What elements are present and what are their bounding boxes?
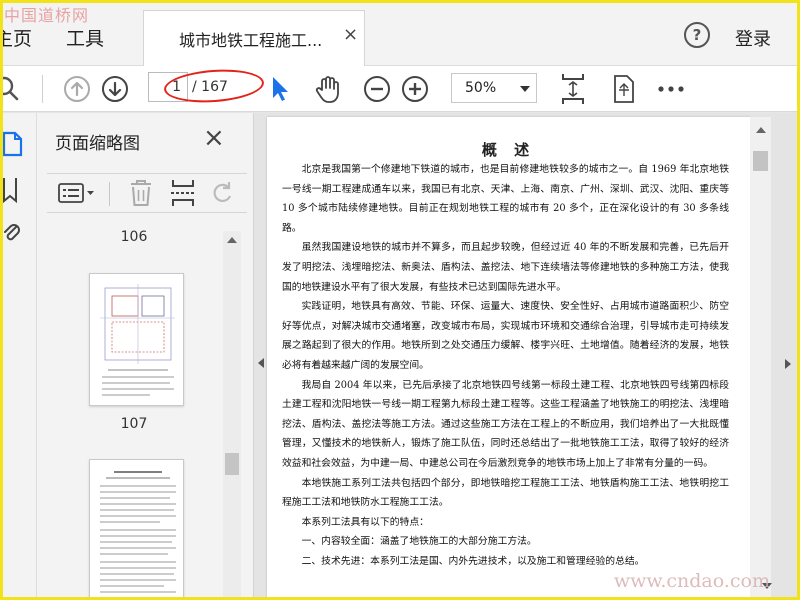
scrollbar-thumb[interactable] [753, 151, 768, 171]
page-thumbnails-panel: 页面缩略图 × 106 107 [37, 113, 254, 600]
left-icon-rail [0, 113, 37, 600]
page-thumbnail[interactable] [89, 459, 184, 600]
collapse-panel-icon[interactable] [258, 358, 264, 368]
previous-page-icon[interactable] [62, 73, 92, 105]
doc-body: 北京是我国第一个修建地下铁道的城市，也是目前修建地铁较多的城市之一。自 1969… [282, 160, 729, 571]
tab-title: 城市地铁工程施工... [179, 31, 323, 50]
thumbnail-options-icon[interactable] [57, 178, 97, 208]
scroll-up-icon[interactable] [756, 127, 766, 133]
zoom-level-select[interactable]: 50% [451, 73, 537, 103]
panel-toolbar [47, 173, 247, 213]
document-tab[interactable]: 城市地铁工程施工... × [143, 10, 365, 66]
document-page: 概 述 北京是我国第一个修建地下铁道的城市，也是目前修建地铁较多的城市之一。自 … [267, 117, 750, 600]
expand-right-panel-icon[interactable] [785, 359, 791, 369]
page-thumbnail[interactable] [89, 273, 184, 406]
toolbar-separator [42, 75, 43, 103]
doc-paragraph: 本系列工法具有以下的特点： [301, 516, 429, 528]
help-icon[interactable]: ? [684, 22, 710, 48]
select-cursor-icon[interactable] [266, 73, 294, 105]
search-icon[interactable] [0, 73, 24, 105]
menu-home[interactable]: 主页 [0, 24, 32, 51]
doc-paragraph: 虽然我国建设地铁的城市并不算多，而且起步较晚，但经过近 40 年的不断发展和完善… [282, 242, 729, 293]
page-total: / 167 [192, 79, 228, 95]
hand-tool-icon[interactable] [312, 73, 344, 105]
thumbnail-label: 106 [120, 229, 148, 245]
close-icon[interactable]: × [203, 125, 225, 151]
document-scrollbar[interactable] [750, 117, 771, 600]
scrollbar-thumb[interactable] [225, 453, 239, 475]
zoom-in-icon[interactable] [400, 73, 430, 105]
bookmark-icon[interactable] [2, 177, 18, 207]
watermark-bottom: www.cndao.com [613, 570, 770, 592]
doc-paragraph: 我局自 2004 年以来，已先后承接了北京地铁四号线第一标段土建工程、北京地铁四… [282, 379, 729, 469]
chevron-down-icon [520, 86, 530, 92]
login-button[interactable]: 登录 [735, 25, 771, 51]
thumbnail-label: 107 [120, 416, 148, 432]
extract-page-icon[interactable] [169, 178, 197, 208]
tab-close-icon[interactable]: × [343, 26, 358, 44]
doc-title: 概 述 [481, 141, 536, 159]
page-thumbnails-icon[interactable] [2, 131, 24, 161]
doc-paragraph: 实践证明，地铁具有高效、节能、环保、运量大、速度快、安全性好、占用城市道路面积少… [282, 301, 729, 371]
zoom-out-icon[interactable] [362, 73, 392, 105]
toolbar: 1 / 167 50% [0, 66, 800, 112]
page-number-input[interactable]: 1 [148, 72, 188, 102]
thumbnails-scrollbar[interactable] [223, 231, 241, 600]
attachment-icon[interactable] [2, 219, 20, 249]
rotate-page-icon[interactable] [609, 73, 639, 105]
doc-paragraph: 一、内容较全面：涵盖了地铁施工的大部分施工方法。 [301, 536, 537, 548]
fit-page-icon[interactable] [558, 73, 588, 105]
panel-toolbar-separator [109, 182, 110, 206]
scroll-up-icon[interactable] [227, 237, 237, 243]
doc-paragraph: 本地铁施工系列工法共包括四个部分，即地铁暗挖工程施工工法、地铁盾构施工工法、地铁… [282, 477, 729, 509]
watermark-top: 中国道桥网 [4, 6, 90, 25]
rotate-icon[interactable] [209, 178, 237, 208]
panel-title: 页面缩略图 [55, 134, 140, 154]
next-page-icon[interactable] [100, 73, 130, 105]
document-view: 概 述 北京是我国第一个修建地下铁道的城市，也是目前修建地铁较多的城市之一。自 … [254, 113, 800, 600]
menu-tools[interactable]: 工具 [66, 24, 104, 51]
more-options-icon[interactable] [656, 73, 686, 105]
delete-icon[interactable] [127, 178, 155, 208]
zoom-value: 50% [465, 80, 497, 96]
menu-bar: 主页 工具 城市地铁工程施工... × ? 登录 [0, 0, 800, 66]
doc-paragraph: 北京是我国第一个修建地下铁道的城市，也是目前修建地铁较多的城市之一。自 1969… [282, 164, 729, 234]
doc-paragraph: 二、技术先进：本系列工法是国、内外先进技术，以及施工和管理经验的总结。 [301, 555, 645, 567]
